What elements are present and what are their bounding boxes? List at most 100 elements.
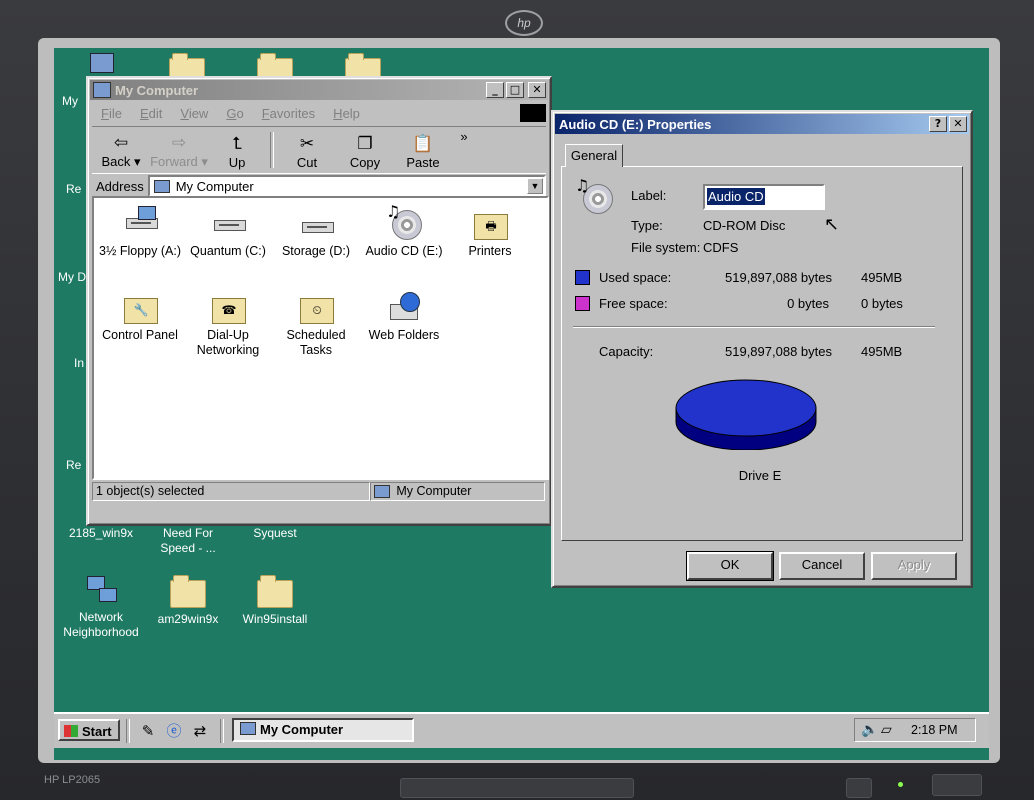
scissors-icon: ✂: [299, 134, 315, 154]
monitor-buttons[interactable]: [400, 778, 634, 798]
desktop-icon-am29win9x[interactable]: am29win9x: [146, 574, 230, 627]
desktop-partial-label: My: [62, 94, 78, 108]
scheduled-tasks-item[interactable]: ⏲ Scheduled Tasks: [272, 290, 360, 358]
control-panel-item[interactable]: 🔧 Control Panel: [96, 290, 184, 343]
address-value: My Computer: [175, 178, 254, 194]
computer-icon: [374, 485, 391, 498]
monitor-menu-button[interactable]: [846, 778, 872, 798]
menu-help[interactable]: Help: [324, 106, 369, 121]
forward-button[interactable]: ⇨ Forward ▾: [150, 132, 208, 173]
label-input[interactable]: Audio CD: [703, 184, 825, 210]
minimize-button[interactable]: _: [486, 82, 504, 98]
desktop-partial-label: In: [74, 356, 85, 370]
type-caption: Type:: [631, 218, 663, 233]
address-bar: Address My Computer ▼: [92, 174, 546, 198]
power-led: [898, 782, 903, 787]
status-bar: 1 object(s) selected My Computer: [92, 482, 545, 502]
storage-drive-item[interactable]: Storage (D:): [272, 206, 360, 259]
explorer-titlebar[interactable]: My Computer _ □ ✕: [90, 80, 548, 100]
desktop-icon-label: Need For Speed - ...: [160, 526, 216, 555]
printers-item[interactable]: 🖶 Printers: [446, 206, 534, 259]
taskbar: Start ✎ ⓔ ⇄ My Computer 🔈 ▱ 2:18 PM: [54, 712, 989, 748]
paste-button[interactable]: 📋 Paste: [394, 133, 452, 173]
desktop-partial-label: Re: [66, 182, 82, 196]
tab-general[interactable]: General: [565, 144, 623, 167]
start-button[interactable]: Start: [58, 719, 120, 741]
desktop-icon-network-neighborhood[interactable]: Network Neighborhood: [59, 574, 143, 640]
free-space-caption: Free space:: [599, 296, 668, 311]
desktop-icon-label: 2185_win9x: [68, 526, 134, 540]
cut-button[interactable]: ✂ Cut: [278, 133, 336, 173]
hp-logo: hp: [505, 10, 543, 36]
ok-button[interactable]: OK: [686, 551, 774, 581]
desktop-partial-label: My D: [58, 270, 86, 284]
quantum-drive-item[interactable]: Quantum (C:): [184, 206, 272, 259]
desktop-icon-syquest[interactable]: Syquest: [233, 526, 317, 541]
properties-titlebar[interactable]: Audio CD (E:) Properties ? ✕: [555, 114, 969, 134]
show-desktop-icon[interactable]: ✎: [138, 721, 158, 741]
address-label: Address: [96, 178, 144, 194]
taskbar-separator: [126, 719, 130, 743]
maximize-button[interactable]: □: [506, 82, 524, 98]
mouse-cursor-icon: ↖: [824, 214, 840, 235]
clock[interactable]: 2:18 PM: [911, 719, 958, 741]
label-caption: Label:: [631, 188, 667, 203]
item-label: Dial-Up Networking: [196, 328, 260, 357]
item-label: Scheduled Tasks: [286, 328, 346, 357]
taskbar-item-my-computer[interactable]: My Computer: [232, 718, 414, 742]
address-dropdown-button[interactable]: ▼: [527, 178, 543, 194]
hard-drive-icon: [210, 206, 246, 240]
menu-favorites[interactable]: Favorites: [253, 106, 324, 121]
power-button[interactable]: [932, 774, 982, 796]
file-view[interactable]: 3½ Floppy (A:) Quantum (C:) Storage (D:)…: [92, 196, 549, 480]
dial-up-icon: ☎: [210, 290, 246, 324]
desktop: My Re My D In Re 2185_win9x Need For Spe…: [54, 48, 989, 760]
hard-drive-icon: [298, 206, 334, 240]
web-folders-item[interactable]: Web Folders: [360, 290, 448, 343]
close-button[interactable]: ✕: [949, 116, 967, 132]
dial-up-networking-item[interactable]: ☎ Dial-Up Networking: [184, 290, 272, 358]
used-space-short: 495MB: [861, 270, 903, 285]
menu-file[interactable]: File: [92, 106, 131, 121]
floppy-drive-item[interactable]: 3½ Floppy (A:): [96, 206, 184, 259]
item-label: 3½ Floppy (A:): [99, 244, 181, 258]
channels-icon[interactable]: ⇄: [190, 721, 210, 741]
computer-icon: [153, 179, 170, 193]
display-settings-icon[interactable]: ▱: [881, 719, 892, 741]
desktop-icon-need-for-speed[interactable]: Need For Speed - ...: [146, 526, 230, 556]
help-button[interactable]: ?: [929, 116, 947, 132]
my-computer-desktop-icon[interactable]: [90, 53, 114, 73]
cancel-button[interactable]: Cancel: [779, 552, 865, 580]
desktop-icon-label: Win95install: [242, 612, 308, 626]
up-button[interactable]: ⮤ Up: [208, 133, 266, 173]
used-space-bytes: 519,897,088 bytes: [725, 270, 832, 285]
address-combobox[interactable]: My Computer ▼: [147, 175, 546, 197]
divider: [573, 326, 935, 328]
capacity-caption: Capacity:: [599, 344, 654, 359]
menu-view[interactable]: View: [171, 106, 217, 121]
audio-cd-item[interactable]: ♫ Audio CD (E:): [360, 204, 448, 259]
item-label: Audio CD (E:): [365, 244, 443, 258]
control-panel-icon: 🔧: [122, 290, 158, 324]
menu-go[interactable]: Go: [217, 106, 252, 121]
windows-logo-icon: [520, 104, 546, 122]
audio-cd-icon: ♫: [575, 176, 613, 214]
apply-button[interactable]: Apply: [871, 552, 957, 580]
drive-caption: Drive E: [738, 468, 782, 483]
internet-explorer-icon[interactable]: ⓔ: [164, 721, 184, 741]
properties-dialog[interactable]: Audio CD (E:) Properties ? ✕ General ♫ L…: [551, 110, 973, 588]
file-system-caption: File system:: [631, 240, 701, 255]
desktop-icon-win95install[interactable]: Win95install: [233, 574, 317, 627]
status-location: My Computer: [370, 482, 545, 501]
desktop-icon-2185-win9x[interactable]: 2185_win9x: [59, 526, 143, 541]
copy-button[interactable]: ❐ Copy: [336, 133, 394, 173]
my-computer-window[interactable]: My Computer _ □ ✕ File Edit View Go Favo…: [86, 76, 552, 526]
volume-icon[interactable]: 🔈: [861, 719, 878, 741]
menu-edit[interactable]: Edit: [131, 106, 171, 121]
file-system-value: CDFS: [703, 240, 739, 255]
close-button[interactable]: ✕: [528, 82, 546, 98]
back-button[interactable]: ⇦ Back ▾: [92, 132, 150, 173]
toolbar-more-button[interactable]: »: [452, 127, 476, 147]
back-arrow-icon: ⇦: [113, 133, 129, 153]
desktop-partial-label: Re: [66, 458, 82, 472]
